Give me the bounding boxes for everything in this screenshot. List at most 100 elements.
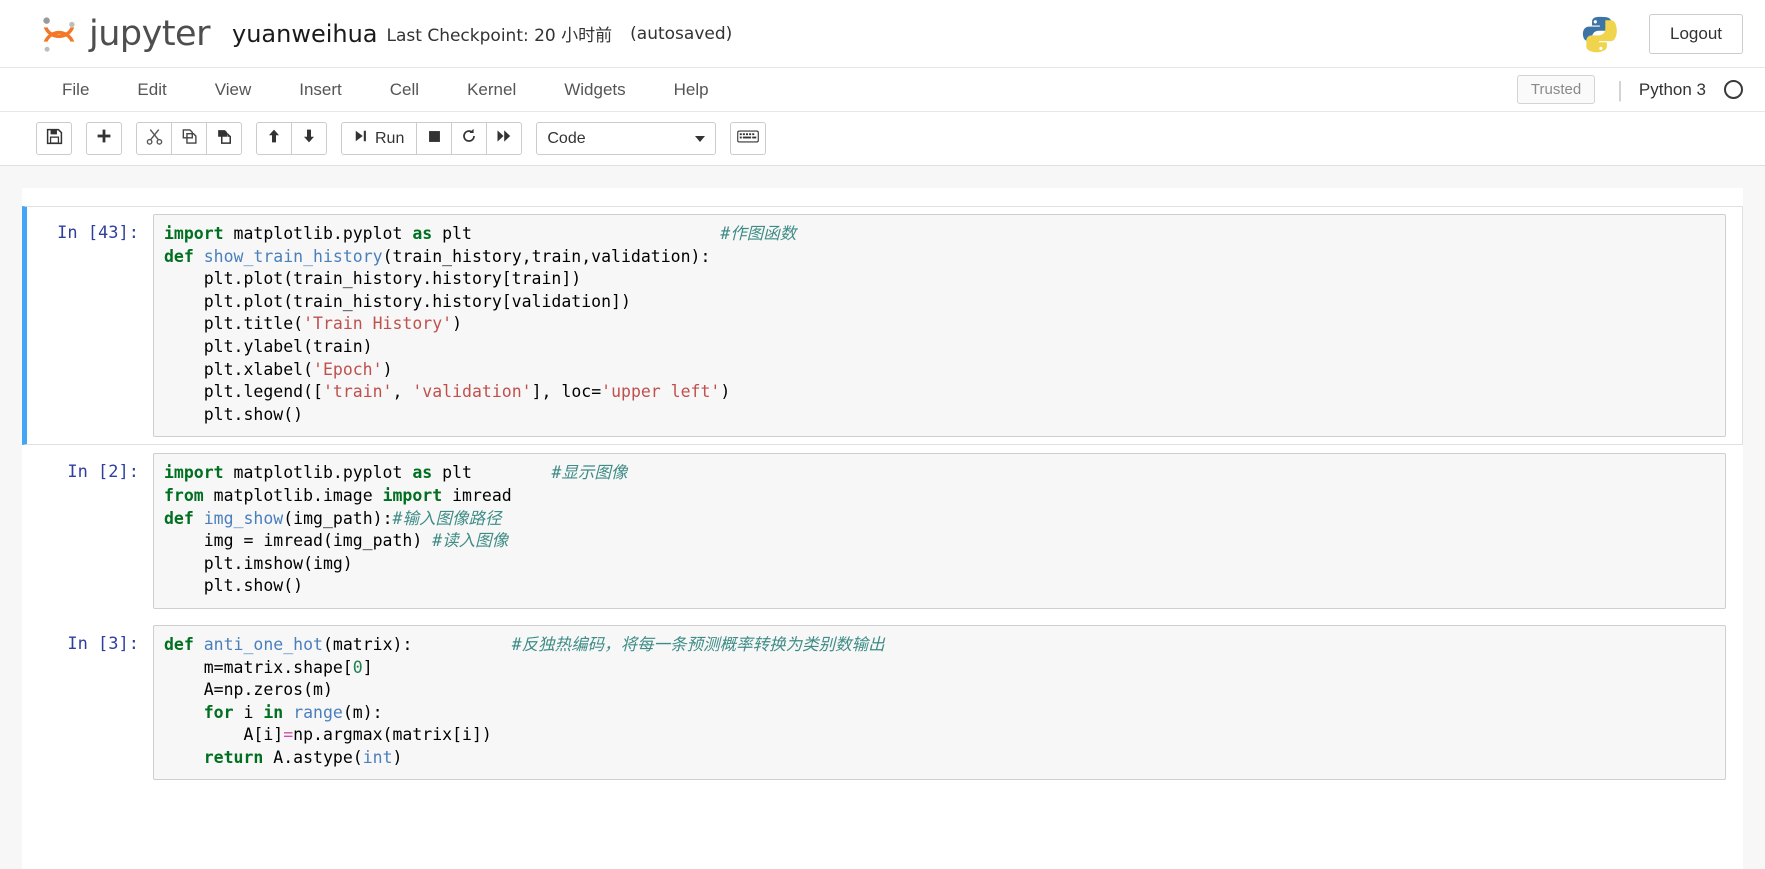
code-token: ] [362,657,373,677]
code-comment: #读入图像 [432,531,509,551]
code-cell[interactable]: In [43]: import matplotlib.pyplot as plt … [22,206,1743,446]
chevron-down-icon [695,135,706,142]
toolbar-group-insert [86,122,122,155]
code-token: matplotlib.pyplot [223,463,413,483]
restart-button[interactable] [451,122,488,155]
code-token: plt.plot(train_history.history[train]) [164,269,582,289]
code-comment: #反独热编码，将每一条预测概率转换为类别数输出 [511,634,885,654]
code-token: from [164,485,204,505]
copy-cell-button[interactable] [171,122,207,155]
trusted-badge: Trusted [1516,75,1596,104]
menu-kernel[interactable]: Kernel [443,68,540,112]
stop-button[interactable] [416,122,453,155]
code-token: ) [452,314,463,334]
jupyter-wordmark: jupyter [89,13,210,54]
notebook-name[interactable]: yuanweihua [232,20,378,48]
cell-list: In [43]: import matplotlib.pyplot as plt … [22,206,1743,788]
code-token: 'upper left' [601,382,721,402]
code-token: 'Epoch' [313,359,383,379]
code-token: plt.imshow(img) [164,553,353,573]
paste-cell-button[interactable] [206,122,242,155]
code-token: 0 [352,657,363,677]
code-token: return [203,747,264,767]
arrow-down-icon [301,128,317,149]
code-token: imread [442,485,512,505]
code-token: plt.legend([ [164,382,323,402]
code-token: A=np.zeros(m) [164,680,333,700]
save-button[interactable] [36,122,72,155]
insert-cell-button[interactable] [86,122,122,155]
menu-insert[interactable]: Insert [275,68,366,112]
run-button[interactable]: Run [341,122,418,155]
code-token: 'train' [322,382,393,402]
code-token: plt.ylabel(train) [164,336,373,356]
cell-source-code[interactable]: def anti_one_hot(matrix): #反独热编码，将每一条预测概… [164,634,1715,770]
code-token: import [164,463,224,483]
code-token: ) [720,382,731,402]
code-token: 'Train History' [303,314,453,334]
code-token: plt [432,463,472,483]
code-token: plt [432,224,472,243]
code-comment: #输入图像路径 [392,508,502,528]
kernel-separator: | [1617,76,1623,102]
code-token: (matrix): [322,634,413,654]
toolbar-group-run: Run [341,122,523,155]
menu-view[interactable]: View [191,68,276,112]
notebook-scroll-area[interactable]: In [43]: import matplotlib.pyplot as plt … [0,166,1765,869]
cell-source-code[interactable]: import matplotlib.pyplot as plt #作图函数 de… [164,223,1715,426]
menu-edit[interactable]: Edit [113,68,190,112]
toolbar-group-move [256,122,327,155]
menu-help[interactable]: Help [650,68,733,112]
code-token: def [164,508,194,528]
jupyter-logo-link[interactable]: jupyter [38,12,210,56]
code-token: as [412,463,433,483]
cut-cell-button[interactable] [136,122,172,155]
notebook-header: jupyter yuanweihua Last Checkpoint: 20 小… [0,0,1765,68]
restart-run-all-button[interactable] [486,122,523,155]
code-token: int [362,747,393,767]
logout-button[interactable]: Logout [1649,13,1743,54]
floppy-disk-icon [46,128,63,150]
move-cell-down-button[interactable] [291,122,327,155]
toolbar-group-clipboard [136,122,242,155]
cell-type-dropdown[interactable]: Code [536,122,717,155]
notebook-toolbar: Run Code [0,112,1765,166]
jupyter-logo-icon [38,12,80,56]
code-token: plt.plot(train_history.history[validatio… [164,291,631,311]
cell-execution-prompt: In [3]: [67,633,139,654]
menu-bar: File Edit View Insert Cell Kernel Widget… [0,68,1765,112]
menu-widgets[interactable]: Widgets [540,68,649,112]
copy-icon [181,128,198,150]
code-token: = [283,725,294,745]
code-token: (m): [342,702,383,722]
play-step-icon [354,129,368,148]
code-comment: #显示图像 [551,463,628,483]
code-token: (train_history,train,validation): [382,246,711,266]
last-checkpoint-label: Last Checkpoint: 20 小时前 [386,26,613,46]
code-token: def [164,634,194,654]
autosave-status: (autosaved) [630,23,733,44]
menu-cell[interactable]: Cell [366,68,443,112]
move-cell-up-button[interactable] [256,122,292,155]
code-token: A[i] [164,725,284,745]
cell-source-code[interactable]: import matplotlib.pyplot as plt #显示图像 fr… [164,462,1715,598]
code-cell[interactable]: In [2]: import matplotlib.pyplot as plt #… [22,445,1743,617]
kernel-name-label[interactable]: Python 3 [1639,80,1706,100]
code-cell[interactable]: In [3]: def anti_one_hot(matrix): #反独热编码，… [22,617,1743,789]
code-token: as [412,224,433,243]
keyboard-shortcut-button[interactable] [730,122,767,155]
code-token: (img_path): [283,508,393,528]
code-token: m=matrix.shape[ [164,657,353,677]
menu-file[interactable]: File [38,68,113,112]
cell-input-area[interactable]: import matplotlib.pyplot as plt #显示图像 fr… [153,453,1726,609]
cell-input-area[interactable]: import matplotlib.pyplot as plt #作图函数 de… [153,214,1726,438]
cell-input-area[interactable]: def anti_one_hot(matrix): #反独热编码，将每一条预测概… [153,624,1726,781]
